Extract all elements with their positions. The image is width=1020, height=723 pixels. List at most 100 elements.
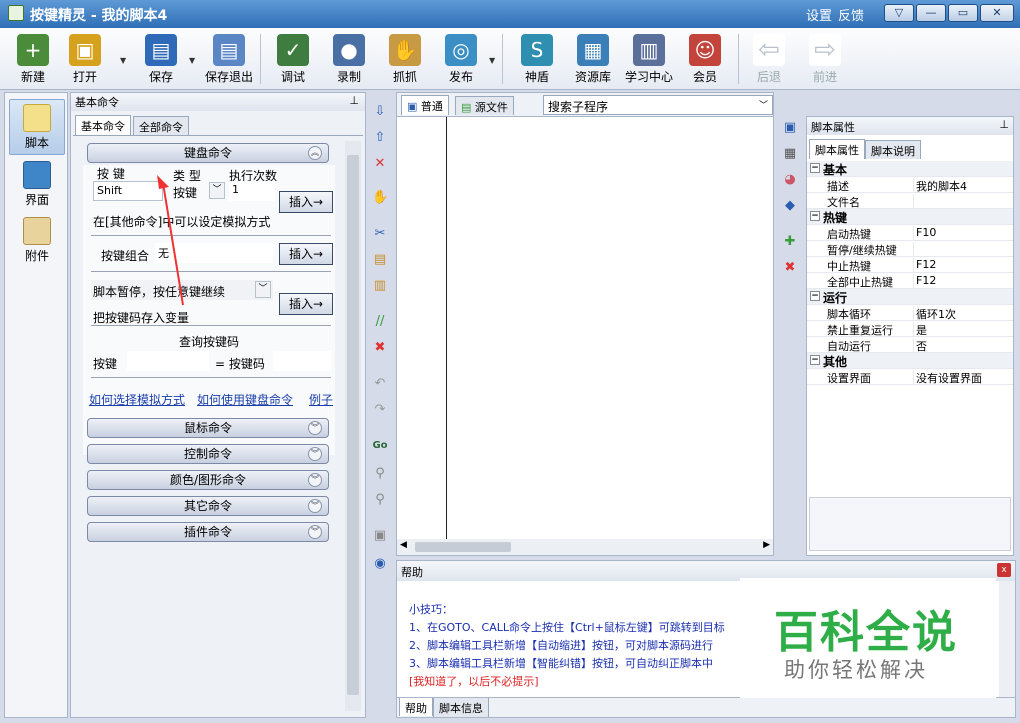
times-input[interactable]: 1: [229, 181, 275, 201]
nav-attachment[interactable]: 附件: [9, 213, 65, 269]
grab-button[interactable]: ✋ 抓抓: [376, 32, 434, 88]
pin-icon[interactable]: ⊥: [349, 94, 359, 107]
props-icon[interactable]: ▣: [782, 120, 798, 136]
palette-icon[interactable]: ◕: [782, 172, 798, 188]
scroll-right-icon[interactable]: ▶: [763, 540, 770, 550]
debug-button[interactable]: ✓ 调试: [264, 32, 322, 88]
record-button[interactable]: ● 录制: [320, 32, 378, 88]
dismiss-tips-link[interactable]: [我知道了，以后不必提示]: [409, 673, 539, 689]
plugin-command-group[interactable]: 插件命令 ︾: [87, 522, 329, 542]
tab-basic-commands[interactable]: 基本命令: [75, 115, 131, 135]
window-icon[interactable]: ▣: [372, 528, 388, 544]
feedback-link[interactable]: 反馈: [838, 5, 864, 24]
hand-icon[interactable]: ✋: [372, 190, 388, 206]
how-use-keyboard-link[interactable]: 如何使用键盘命令: [197, 391, 293, 408]
insert-combo-button[interactable]: 插入→: [279, 243, 333, 265]
property-row[interactable]: 文件名: [807, 193, 1013, 209]
study-center-button[interactable]: ▥ 学习中心: [620, 32, 678, 88]
scroll-left-icon[interactable]: ◀: [400, 540, 407, 550]
property-row[interactable]: 中止热键 F12: [807, 257, 1013, 273]
calculator-icon[interactable]: ▦: [782, 146, 798, 162]
property-value[interactable]: 没有设置界面: [913, 370, 982, 385]
collapse-icon[interactable]: −: [810, 211, 820, 221]
tab-script-properties[interactable]: 脚本属性: [809, 139, 865, 159]
scrollbar-thumb[interactable]: [415, 542, 511, 552]
dropdown-button[interactable]: ▽: [884, 4, 914, 22]
delete-icon[interactable]: ✕: [372, 156, 388, 172]
pin-icon[interactable]: ⊥: [999, 118, 1009, 131]
search-subroutine-select[interactable]: 搜索子程序 ﹀: [543, 95, 773, 115]
property-row[interactable]: 自动运行 否: [807, 337, 1013, 353]
property-value[interactable]: F12: [913, 258, 936, 273]
move-up-icon[interactable]: ⇧: [372, 130, 388, 146]
tab-help[interactable]: 帮助: [399, 698, 433, 716]
tab-normal-view[interactable]: ▣ 普通: [401, 95, 449, 115]
tool-add-icon[interactable]: ✚: [782, 234, 798, 250]
property-value[interactable]: 否: [913, 338, 927, 353]
collapse-icon[interactable]: −: [810, 291, 820, 301]
replace-icon[interactable]: ⚲: [372, 492, 388, 508]
save-exit-button[interactable]: ▤ 保存退出: [200, 32, 258, 88]
property-row[interactable]: 暂停/继续热键: [807, 241, 1013, 257]
collapse-icon[interactable]: −: [810, 355, 820, 365]
property-row[interactable]: 设置界面 没有设置界面: [807, 369, 1013, 385]
save-dropdown-arrow[interactable]: ▼: [189, 56, 199, 65]
command-scrollbar[interactable]: [345, 141, 361, 711]
property-value[interactable]: 循环1次: [913, 306, 956, 321]
property-value[interactable]: [913, 242, 916, 257]
goto-icon[interactable]: Go: [372, 438, 388, 454]
how-choose-mode-link[interactable]: 如何选择模拟方式: [89, 391, 185, 408]
insert-pause-button[interactable]: 插入→: [279, 293, 333, 315]
property-value[interactable]: 是: [913, 322, 927, 337]
property-value[interactable]: [913, 194, 916, 209]
nav-interface[interactable]: 界面: [9, 157, 65, 213]
code-area[interactable]: [449, 117, 773, 539]
member-button[interactable]: ☺ 会员: [676, 32, 734, 88]
settings-link[interactable]: 设置: [806, 5, 832, 24]
example-link[interactable]: 例子: [309, 391, 333, 408]
back-button[interactable]: ⇦ 后退: [740, 32, 798, 88]
close-icon[interactable]: x: [997, 563, 1011, 577]
view-icon[interactable]: ◉: [372, 556, 388, 572]
resource-library-button[interactable]: ▦ 资源库: [564, 32, 622, 88]
tool-remove-icon[interactable]: ✖: [782, 260, 798, 276]
editor-hscrollbar[interactable]: ◀ ▶: [397, 539, 773, 555]
property-value[interactable]: 我的脚本4: [913, 178, 967, 193]
query-key-input[interactable]: [127, 351, 209, 371]
redo-icon[interactable]: ↷: [372, 402, 388, 418]
color-graphic-command-group[interactable]: 颜色/图形命令 ︾: [87, 470, 329, 490]
publish-dropdown-arrow[interactable]: ▼: [489, 56, 499, 65]
paste-icon[interactable]: ▥: [372, 278, 388, 294]
move-down-icon[interactable]: ⇩: [372, 104, 388, 120]
tab-script-description[interactable]: 脚本说明: [865, 140, 921, 159]
open-dropdown-arrow[interactable]: ▼: [120, 56, 130, 65]
open-button[interactable]: ▣ 打开: [56, 32, 114, 88]
help-scrollbar[interactable]: [999, 581, 1015, 699]
property-row[interactable]: 禁止重复运行 是: [807, 321, 1013, 337]
tab-script-info[interactable]: 脚本信息: [433, 698, 489, 717]
new-button[interactable]: + 新建: [4, 32, 62, 88]
publish-button[interactable]: ◎ 发布: [432, 32, 490, 88]
uncomment-icon[interactable]: ✖: [372, 340, 388, 356]
close-button[interactable]: ✕: [980, 4, 1014, 22]
cut-icon[interactable]: ✂: [372, 226, 388, 242]
keyboard-command-group[interactable]: 键盘命令 ︽: [87, 143, 329, 163]
copy-icon[interactable]: ▤: [372, 252, 388, 268]
other-command-group[interactable]: 其它命令 ︾: [87, 496, 329, 516]
property-row[interactable]: 启动热键 F10: [807, 225, 1013, 241]
comment-icon[interactable]: //: [372, 314, 388, 330]
forward-button[interactable]: ⇨ 前进: [796, 32, 854, 88]
save-button[interactable]: ▤ 保存: [132, 32, 190, 88]
plugin-icon[interactable]: ◆: [782, 198, 798, 214]
collapse-icon[interactable]: −: [810, 163, 820, 173]
property-value[interactable]: F10: [913, 226, 936, 241]
insert-key-button[interactable]: 插入→: [279, 191, 333, 213]
find-icon[interactable]: ⚲: [372, 466, 388, 482]
minimize-button[interactable]: —: [916, 4, 946, 22]
maximize-button[interactable]: ▭: [948, 4, 978, 22]
tab-all-commands[interactable]: 全部命令: [133, 116, 189, 135]
property-row[interactable]: 描述 我的脚本4: [807, 177, 1013, 193]
property-row[interactable]: 脚本循环 循环1次: [807, 305, 1013, 321]
scrollbar-thumb[interactable]: [347, 155, 359, 695]
property-row[interactable]: 全部中止热键 F12: [807, 273, 1013, 289]
